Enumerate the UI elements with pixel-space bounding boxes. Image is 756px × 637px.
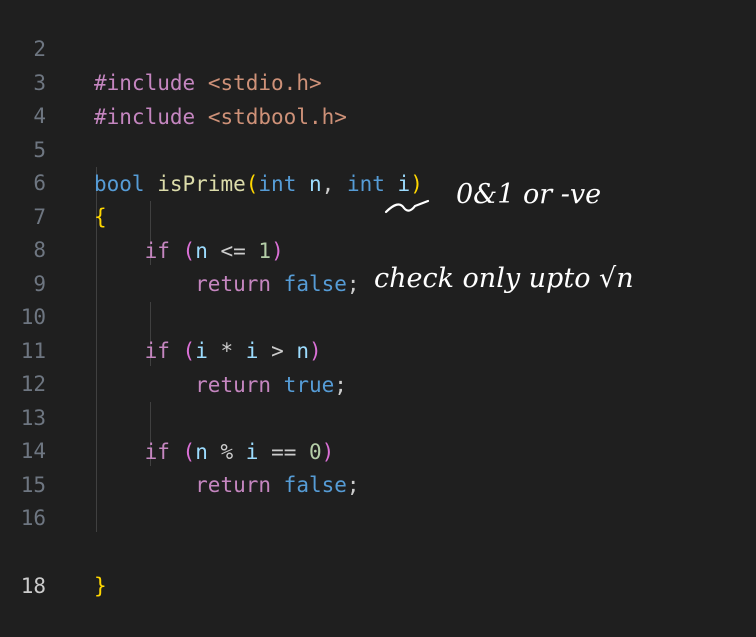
code-line: 12 bbox=[0, 333, 756, 396]
code-editor[interactable]: 2 #include <stdio.h> 3 #include <stdbool… bbox=[0, 0, 756, 598]
code-line: 6 { bbox=[0, 132, 756, 229]
code-line: 13 if (n % i == 0) bbox=[0, 367, 756, 464]
code-line: 2 #include <stdio.h> bbox=[0, 0, 756, 95]
arrow-icon bbox=[384, 199, 430, 214]
code-line: 16 return isPrime(n, i + 1); bbox=[0, 467, 756, 564]
code-line: 17 } bbox=[0, 501, 756, 598]
code-line: 7 if (n <= 1) bbox=[0, 166, 756, 263]
code-line: 3 #include <stdbool.h> bbox=[0, 32, 756, 129]
code-line: 15 bbox=[0, 434, 756, 497]
code-line: 14 return false; bbox=[0, 400, 756, 497]
line-number: 18 bbox=[20, 574, 46, 598]
handwritten-note-base-case: 0&1 or -ve bbox=[456, 179, 602, 210]
code-line: 9 bbox=[0, 233, 756, 296]
code-line: 4 bbox=[0, 65, 756, 128]
handwritten-note-sqrt: check only upto √n bbox=[374, 263, 634, 294]
code-line: 8 return false; bbox=[0, 199, 756, 296]
code-line: 5 bool isPrime(int n, int i) bbox=[0, 99, 756, 196]
code-line: 11 return true; bbox=[0, 300, 756, 397]
